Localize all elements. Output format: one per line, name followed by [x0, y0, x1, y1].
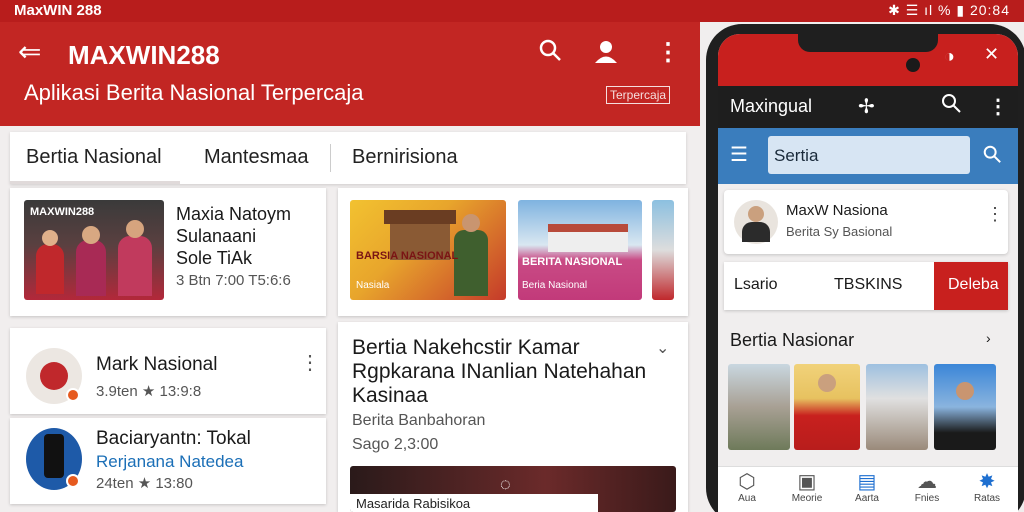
more-vert-icon[interactable]: ⋮ [986, 204, 1004, 225]
search-icon[interactable] [538, 38, 562, 68]
thumbnail-caption: Masarida Rabisikoa [356, 496, 471, 511]
card-title-line3: Kasinaa [352, 384, 428, 407]
card-title-line2: Rgpkarana INanlian Natehahan [352, 360, 647, 383]
search-icon[interactable] [982, 144, 1002, 169]
thumbnail-caption: BARSIA NASIONAL [356, 250, 459, 262]
news-thumbnail [934, 364, 996, 450]
nav-item-4[interactable]: ☁ Fnies [902, 471, 952, 504]
tab-indicator [10, 181, 180, 184]
menu-icon[interactable]: ☰ [730, 142, 748, 167]
more-vert-icon[interactable]: ⋮ [988, 94, 1008, 119]
nav-label: Ratas [973, 493, 1001, 504]
card-meta: Berita Banbahoran [352, 412, 486, 429]
phone-profile-card[interactable]: MaxW Nasiona Berita Sy Basional ⋮ [724, 190, 1008, 254]
profile-subtitle: Berita Sy Basional [786, 224, 893, 239]
status-bar-title: MaxWIN 288 [14, 2, 102, 19]
chevron-down-icon[interactable]: ⌄ [656, 338, 669, 358]
news-icon: ▤ [857, 471, 877, 493]
card-title-line2: Rerjanana Natedea [96, 452, 244, 471]
nav-item-1[interactable]: ⬡ Aua [722, 471, 772, 504]
segment-left[interactable]: Lsario [734, 276, 778, 294]
news-thumbnail: BERITA NASIONAL Beria Nasional [518, 200, 642, 300]
section-title: Bertia Nasionar [730, 330, 855, 350]
phone-header: Maxingual ✢ ⋮ [718, 86, 1018, 128]
app-bar: ⇐ MAXWIN288 Aplikasi Berita Nasional Ter… [0, 22, 700, 126]
star-icon: ✸ [978, 471, 996, 493]
segment-mid[interactable]: TBSKINS [834, 276, 902, 294]
news-card-4[interactable]: Baciaryantn: Tokal Rerjanana Natedea 24t… [10, 418, 326, 504]
nav-item-5[interactable]: ✸ Ratas [962, 471, 1012, 504]
cube-icon: ⬡ [738, 471, 756, 493]
cloud-icon: ☁ [917, 471, 937, 493]
more-vert-icon[interactable]: ⋮ [300, 350, 320, 375]
news-card-5[interactable]: Bertia Nakehcstir Kamar Rgpkarana INanli… [338, 322, 688, 512]
card-title-line1: Baciaryantn: Tokal [96, 428, 251, 449]
thumbnail-caption: BERITA NASIONAL [522, 256, 623, 268]
timer-icon: ◑ [944, 46, 955, 66]
app-bar-badge: Terpercaja [606, 86, 671, 104]
card-title-line3: Sole TiAk [176, 248, 253, 268]
card-meta: 24ten ★ 13:80 [96, 475, 193, 492]
tab-mantesmaa[interactable]: Mantesmaa [204, 146, 309, 169]
more-vert-icon[interactable]: ⋮ [656, 38, 680, 67]
app-subtitle: Aplikasi Berita Nasional Terpercaja [24, 80, 364, 105]
tab-bertia-nasional[interactable]: Bertia Nasional [26, 146, 162, 169]
play-icon[interactable]: ◌ [500, 474, 511, 495]
pinwheel-icon[interactable]: ✢ [858, 94, 875, 119]
segment-active-button[interactable]: Deleba [934, 262, 1008, 310]
nav-item-2[interactable]: ▣ Meorie [782, 471, 832, 504]
news-thumbnail [794, 364, 860, 450]
news-card-2[interactable]: BARSIA NASIONAL Nasiala BERITA NASIONAL … [338, 188, 688, 316]
news-thumbnail [728, 364, 790, 450]
nav-label: Aarta [855, 493, 879, 504]
news-thumbnail [652, 200, 674, 300]
chat-icon: ▣ [797, 471, 817, 493]
nav-label: Aua [738, 493, 756, 504]
news-thumbnail [866, 364, 928, 450]
tab-divider [330, 144, 331, 172]
search-input[interactable]: Sertia [768, 136, 970, 174]
card-meta: 3 Btn 7:00 T5:6:6 [176, 272, 291, 289]
app-title: MAXWIN288 [68, 40, 220, 70]
phone-status-area: ◑ ✕ [718, 34, 1018, 86]
card-title-line2: Sulanaani [176, 226, 257, 246]
tab-bar: Bertia Nasional Mantesmaa Bernirisiona [10, 132, 686, 184]
thumbnail-subcaption: Nasiala [356, 280, 390, 291]
card-meta: 3.9ten ★ 13:9:8 [96, 383, 202, 400]
news-thumbnail: BARSIA NASIONAL Nasiala [350, 200, 506, 300]
news-card-3[interactable]: Mark Nasional 3.9ten ★ 13:9:8 ⋮ [10, 328, 326, 414]
avatar [734, 200, 778, 244]
status-bar-indicators: ✱ ☰ ıl % ▮ 20:84 [888, 2, 1010, 18]
avatar [26, 348, 82, 404]
segment-active-label: Deleba [948, 276, 999, 293]
phone-header-title: Maxingual [730, 96, 813, 116]
avatar [26, 428, 82, 490]
news-thumbnail: MAXWIN288 [24, 200, 164, 300]
news-thumbnail: Masarida Rabisikoa ◌ [350, 466, 676, 512]
search-input-value: Sertia [774, 146, 819, 165]
chevron-icon[interactable]: › [986, 330, 991, 346]
tab-bernirisiona[interactable]: Bernirisiona [352, 146, 458, 169]
thumbnail-subcaption: Beria Nasional [522, 280, 588, 291]
search-icon[interactable] [940, 92, 962, 119]
nav-item-3[interactable]: ▤ Aarta [842, 471, 892, 504]
close-icon[interactable]: ✕ [984, 44, 999, 65]
phone-screen: ◑ ✕ Maxingual ✢ ⋮ ☰ Sertia MaxW Nasiona … [718, 34, 1018, 512]
card-meta: Sago 2,3:00 [352, 436, 439, 453]
user-icon[interactable] [592, 38, 620, 70]
back-arrow-icon[interactable]: ⇐ [18, 38, 41, 66]
status-bar: MaxWIN 288 ✱ ☰ ıl % ▮ 20:84 [0, 0, 1024, 22]
phone-segment-bar: Lsario TBSKINS Deleba [724, 262, 1008, 310]
nav-label: Meorie [791, 493, 823, 504]
phone-search-bar: ☰ Sertia [718, 128, 1018, 184]
news-card-1[interactable]: MAXWIN288 Maxia Natoym Sulanaani Sole Ti… [10, 188, 326, 316]
bottom-nav: ⬡ Aua ▣ Meorie ▤ Aarta ☁ Fnies ✸ Ratas [718, 466, 1018, 512]
profile-name: MaxW Nasiona [786, 202, 888, 219]
card-title-line1: Maxia Natoym [176, 204, 292, 224]
card-title-line1: Bertia Nakehcstir Kamar [352, 336, 580, 359]
thumbnail-caption: MAXWIN288 [30, 206, 95, 218]
nav-label: Fnies [914, 493, 940, 504]
card-title: Mark Nasional [96, 354, 218, 375]
